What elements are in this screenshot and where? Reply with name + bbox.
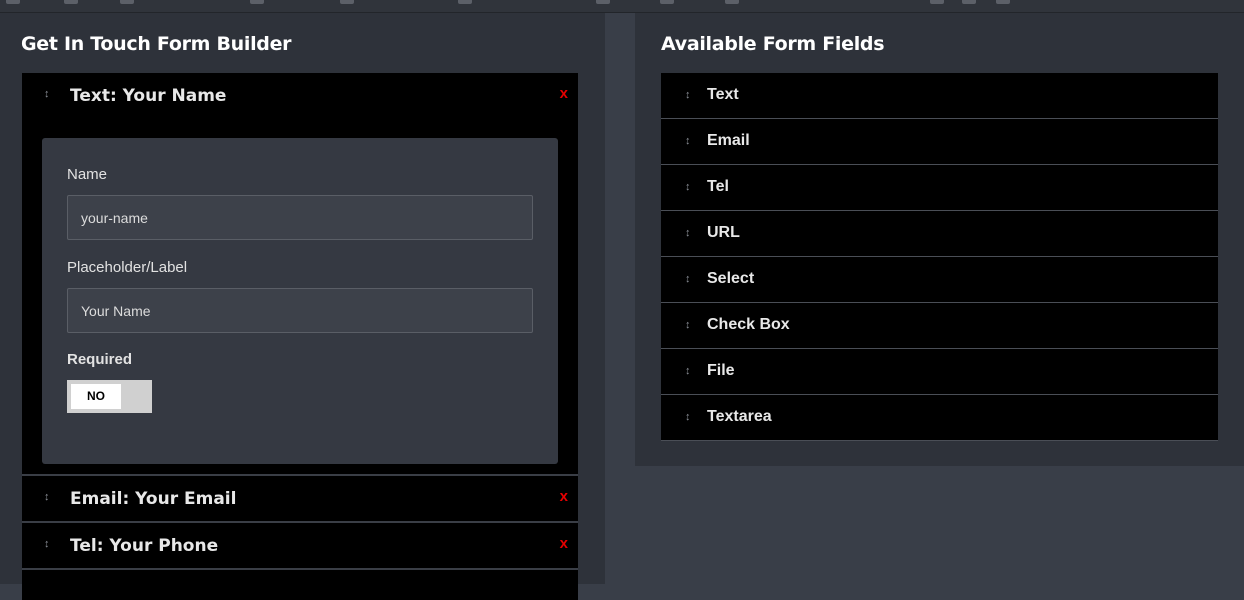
available-field-label: Check Box bbox=[707, 316, 790, 333]
available-field-label: Tel bbox=[707, 178, 729, 195]
browser-toolbar-strip bbox=[0, 0, 1244, 13]
drag-handle-icon[interactable]: ↕ bbox=[685, 90, 691, 101]
field-settings-panel: Name Placeholder/Label Required NO bbox=[42, 138, 558, 464]
available-field-email[interactable]: ↕ Email bbox=[661, 119, 1218, 165]
toolbar-icon[interactable] bbox=[340, 0, 354, 4]
name-label: Name bbox=[67, 166, 108, 183]
form-builder-title: Get In Touch Form Builder bbox=[21, 33, 292, 55]
available-field-url[interactable]: ↕ URL bbox=[661, 211, 1218, 257]
available-field-check-box[interactable]: ↕ Check Box bbox=[661, 303, 1218, 349]
required-label: Required bbox=[67, 351, 133, 368]
available-field-text[interactable]: ↕ Text bbox=[661, 73, 1218, 119]
available-field-label: Email bbox=[707, 132, 750, 149]
form-field-item-tel[interactable]: ↕ Tel: Your Phone x bbox=[22, 523, 578, 570]
drag-handle-icon[interactable]: ↕ bbox=[685, 228, 691, 239]
available-field-label: URL bbox=[707, 224, 740, 241]
name-input[interactable] bbox=[67, 195, 533, 240]
available-fields-title: Available Form Fields bbox=[661, 33, 885, 55]
available-fields-list: ↕ Text ↕ Email ↕ Tel ↕ URL ↕ Select ↕ Check Box ↕ Fil… bbox=[661, 73, 1218, 441]
remove-field-button[interactable]: x bbox=[560, 535, 568, 552]
toolbar-icon[interactable] bbox=[250, 0, 264, 4]
toolbar-icon[interactable] bbox=[660, 0, 674, 4]
toolbar-icon[interactable] bbox=[962, 0, 976, 4]
available-field-select[interactable]: ↕ Select bbox=[661, 257, 1218, 303]
drag-handle-icon[interactable]: ↕ bbox=[44, 539, 50, 550]
remove-field-button[interactable]: x bbox=[560, 488, 568, 505]
toolbar-icon[interactable] bbox=[120, 0, 134, 4]
toolbar-icon[interactable] bbox=[6, 0, 20, 4]
form-field-title[interactable]: Email: Your Email bbox=[70, 489, 236, 509]
form-field-item-name[interactable]: ↕ Text: Your Name x Name Placeholder/Lab… bbox=[22, 73, 578, 476]
form-field-item-partial[interactable] bbox=[22, 570, 578, 600]
toolbar-icon[interactable] bbox=[458, 0, 472, 4]
drag-handle-icon[interactable]: ↕ bbox=[685, 136, 691, 147]
toolbar-icon[interactable] bbox=[596, 0, 610, 4]
drag-handle-icon[interactable]: ↕ bbox=[685, 366, 691, 377]
drag-handle-icon[interactable]: ↕ bbox=[44, 492, 50, 503]
placeholder-input[interactable] bbox=[67, 288, 533, 333]
required-toggle[interactable]: NO bbox=[67, 380, 152, 413]
form-builder-panel: Get In Touch Form Builder ↕ Text: Your N… bbox=[0, 13, 605, 600]
form-field-item-email[interactable]: ↕ Email: Your Email x bbox=[22, 476, 578, 523]
remove-field-button[interactable]: x bbox=[560, 85, 568, 102]
available-field-tel[interactable]: ↕ Tel bbox=[661, 165, 1218, 211]
available-fields-panel: Available Form Fields ↕ Text ↕ Email ↕ Tel ↕ UR… bbox=[635, 13, 1244, 466]
available-field-textarea[interactable]: ↕ Textarea bbox=[661, 395, 1218, 441]
available-field-label: Text bbox=[707, 86, 739, 103]
drag-handle-icon[interactable]: ↕ bbox=[685, 182, 691, 193]
drag-handle-icon[interactable]: ↕ bbox=[685, 320, 691, 331]
available-field-label: Select bbox=[707, 270, 755, 287]
form-field-title[interactable]: Text: Your Name bbox=[70, 86, 226, 106]
placeholder-label: Placeholder/Label bbox=[67, 259, 188, 276]
available-field-file[interactable]: ↕ File bbox=[661, 349, 1218, 395]
toolbar-icon[interactable] bbox=[996, 0, 1010, 4]
available-field-label: Textarea bbox=[707, 408, 772, 425]
drag-handle-icon[interactable]: ↕ bbox=[44, 89, 50, 100]
toolbar-icon[interactable] bbox=[64, 0, 78, 4]
drag-handle-icon[interactable]: ↕ bbox=[685, 412, 691, 423]
required-toggle-state: NO bbox=[71, 384, 121, 409]
toolbar-icon[interactable] bbox=[930, 0, 944, 4]
toolbar-icon[interactable] bbox=[725, 0, 739, 4]
drag-handle-icon[interactable]: ↕ bbox=[685, 274, 691, 285]
available-field-label: File bbox=[707, 362, 735, 379]
form-field-title[interactable]: Tel: Your Phone bbox=[70, 536, 218, 556]
